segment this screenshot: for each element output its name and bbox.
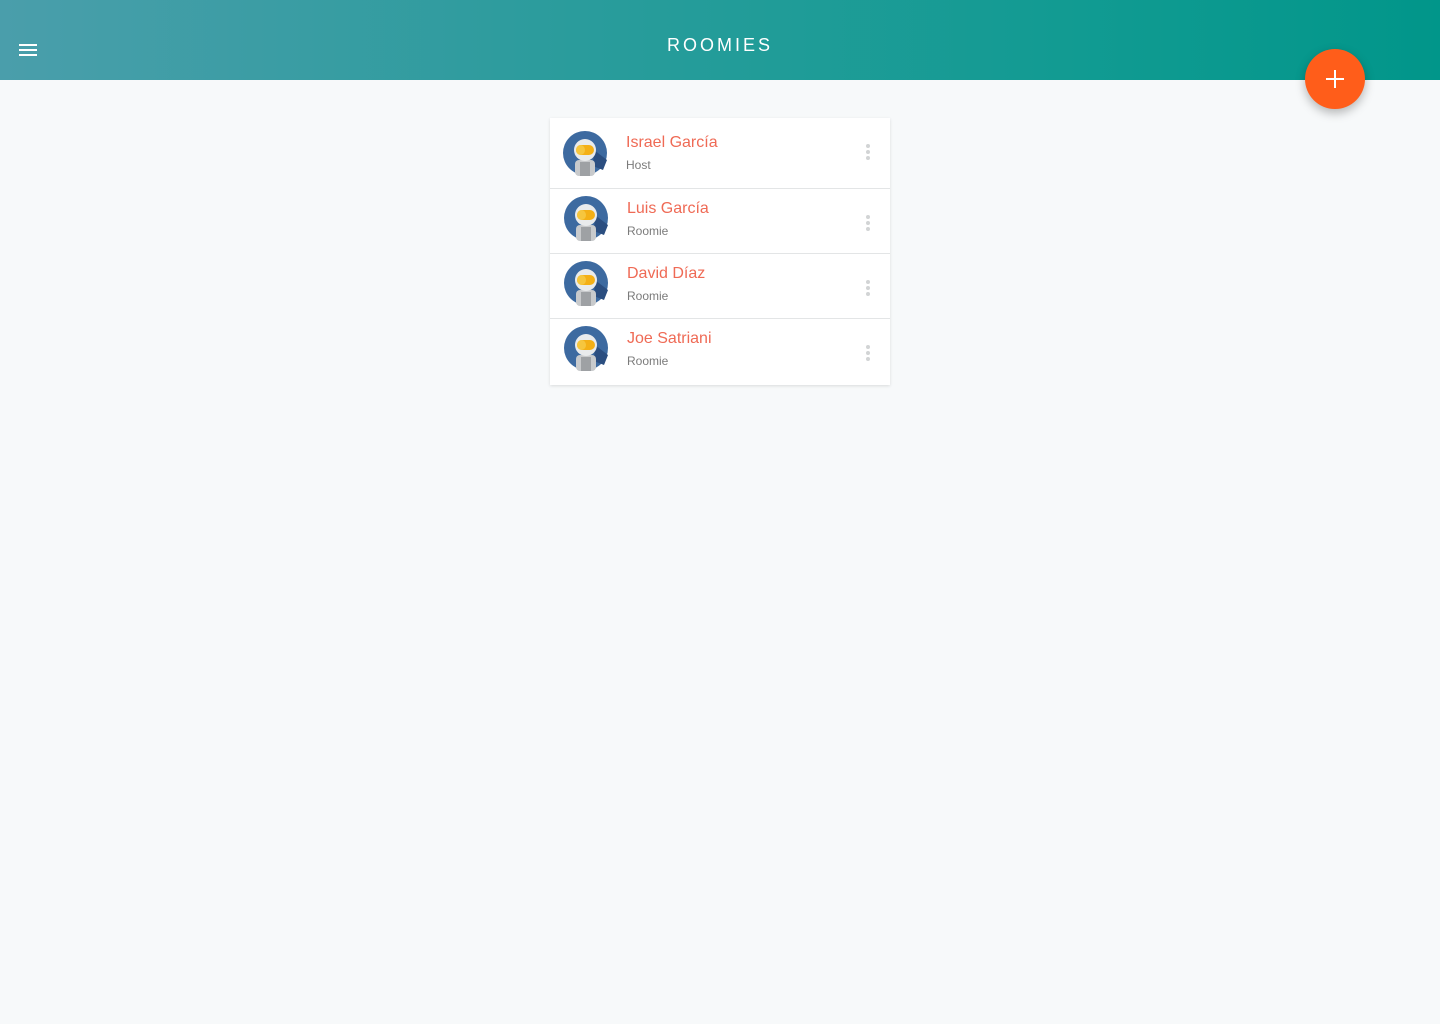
page-title: ROOMIES [666,35,773,55]
list-item[interactable]: Joe Satriani Roomie [550,319,890,385]
roomie-name: Israel García [626,134,718,151]
roomie-role: Roomie [627,289,669,303]
astronaut-avatar-icon [564,196,608,241]
add-roomie-button[interactable] [1305,49,1365,109]
more-vert-icon [860,144,876,160]
list-item[interactable]: David Díaz Roomie [550,254,890,319]
list-item[interactable]: Israel García Host [550,118,890,189]
plus-icon [1326,70,1344,88]
roomie-role: Host [626,158,651,172]
astronaut-avatar-icon [564,326,608,371]
roomie-role: Roomie [627,224,669,238]
roomie-role: Roomie [627,354,669,368]
roomie-name: Joe Satriani [627,330,712,347]
roomies-list: Israel García Host Luis García Roomie Da… [550,118,890,385]
more-vert-icon [860,215,876,231]
app-header: ROOMIES [0,0,1440,80]
list-item[interactable]: Luis García Roomie [550,189,890,254]
astronaut-avatar-icon [563,131,607,176]
more-vert-icon [860,345,876,361]
roomie-name: Luis García [627,200,709,217]
more-options-button[interactable] [860,142,876,162]
more-options-button[interactable] [860,343,876,363]
roomie-name: David Díaz [627,265,706,282]
more-options-button[interactable] [860,278,876,298]
more-options-button[interactable] [860,213,876,233]
more-vert-icon [860,280,876,296]
astronaut-avatar-icon [564,261,608,306]
